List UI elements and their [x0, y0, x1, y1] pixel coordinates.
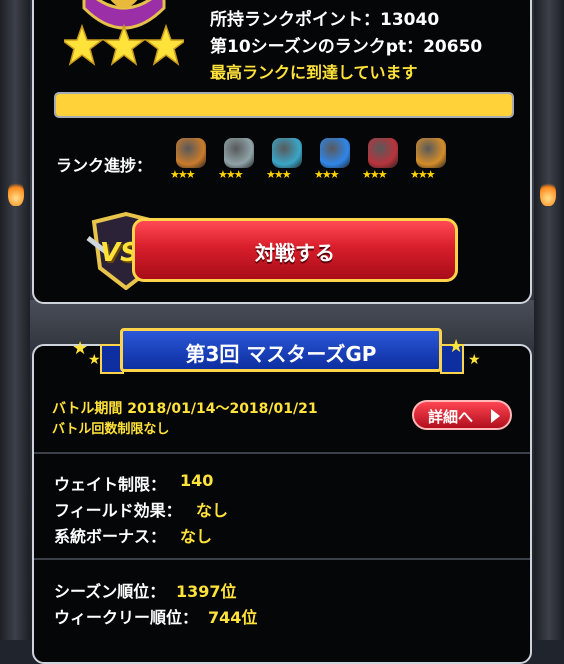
weight-value: 140 [180, 471, 214, 490]
field-effect-value: なし [196, 501, 229, 520]
event-title-banner: 第3回 マスターズGP [120, 328, 442, 372]
rank-bronze-slime-icon [176, 138, 206, 168]
divider [34, 452, 530, 454]
battle-button[interactable]: 対戦する [132, 218, 458, 282]
battle-button-label: 対戦する [255, 241, 335, 265]
rank-item: ★★★ [362, 138, 402, 184]
season-rank-value: 1397位 [176, 582, 237, 601]
season-rank-points: 第10シーズンのランクpt：20650 [210, 37, 483, 57]
weekly-rank-value: 744位 [208, 608, 258, 627]
rank-points: 所持ランクポイント：13040 [210, 10, 440, 30]
pillar-left [0, 0, 30, 640]
rank-stars: ★★★ [314, 168, 340, 181]
sparkle-icon: ★ [88, 352, 101, 368]
rank-stars: ★★★ [266, 168, 292, 181]
rank-legend-icon [416, 138, 446, 168]
rank-progress-label: ランク進捗： [56, 156, 153, 175]
battle-limit: バトル回数制限なし [52, 422, 170, 437]
weight-label: ウェイト制限： [54, 475, 167, 494]
event-title: 第3回 マスターズGP [185, 342, 377, 366]
rank-item: ★★★ [170, 138, 210, 184]
battle-period: バトル期間 2018/01/14～2018/01/21 [52, 401, 318, 417]
sparkle-icon: ★ [448, 336, 465, 357]
rank-stars: ★★★ [170, 168, 196, 181]
rank-master-icon [368, 138, 398, 168]
rank-item: ★★★ [266, 138, 306, 184]
torch-left-icon [8, 180, 24, 206]
field-effect-label: フィールド効果： [54, 501, 182, 520]
rank-status: 最高ランクに到達しています [210, 63, 418, 82]
rank-blue-slime-icon [320, 138, 350, 168]
rank-emblem-icon [64, 0, 184, 66]
rank-progress-fill [56, 94, 512, 116]
divider [34, 558, 530, 560]
detail-button-label: 詳細へ [428, 408, 474, 426]
rank-item: ★★★ [314, 138, 354, 184]
rank-progress-bar [54, 92, 514, 118]
arrow-right-icon [491, 409, 500, 423]
rank-item: ★★★ [218, 138, 258, 184]
sparkle-icon: ★ [72, 338, 89, 359]
rank-stars: ★★★ [362, 168, 388, 181]
rank-stars: ★★★ [410, 168, 436, 181]
rank-stars: ★★★ [218, 168, 244, 181]
season-rank-label: シーズン順位： [54, 582, 166, 601]
type-bonus-value: なし [180, 527, 213, 546]
detail-button[interactable]: 詳細へ [412, 400, 512, 430]
rank-gold-slime-icon [272, 138, 302, 168]
rank-silver-knight-icon [224, 138, 254, 168]
torch-right-icon [540, 180, 556, 206]
rank-item: ★★★ [410, 138, 450, 184]
rank-progress-list: ★★★ ★★★ ★★★ ★★★ ★★★ ★★★ [170, 138, 450, 184]
weekly-rank-label: ウィークリー順位： [54, 608, 199, 627]
pillar-right [534, 0, 564, 640]
sparkle-icon: ★ [468, 352, 481, 368]
type-bonus-label: 系統ボーナス： [54, 527, 167, 546]
